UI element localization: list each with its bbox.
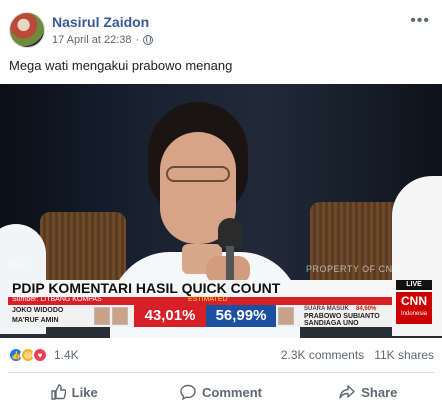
right-candidate-1: PRABOWO SUBIANTO xyxy=(304,313,380,320)
reaction-count[interactable]: 1.4K xyxy=(54,348,79,362)
right-percentage: 56,99% xyxy=(206,305,276,327)
post-actions: Like Comment Share xyxy=(0,376,442,408)
broadcast-watermark: PROPERTY OF CNN xyxy=(306,264,400,274)
shares-count[interactable]: 11K shares xyxy=(374,348,434,362)
comment-button[interactable]: Comment xyxy=(147,376,294,408)
post-header: Nasirul Zaidon 17 April at 22:38 · ••• xyxy=(0,0,442,52)
right-candidate-photo-1 xyxy=(278,307,294,325)
author-name[interactable]: Nasirul Zaidon xyxy=(52,14,149,30)
engagement-counts: 2.3K comments 11K shares xyxy=(281,348,434,362)
share-label: Share xyxy=(361,384,398,400)
left-candidate-photo-2 xyxy=(112,307,128,325)
right-candidate-2: SANDIAGA UNO xyxy=(304,320,359,327)
globe-icon xyxy=(143,35,154,45)
cnn-logo: CNN Indonesia xyxy=(396,292,432,324)
share-icon xyxy=(339,385,355,399)
vote-count-label: SUARA MASUK xyxy=(304,306,349,312)
network-name: CNN xyxy=(401,294,427,308)
meta-separator: · xyxy=(135,34,140,46)
network-sub: Indonesia xyxy=(400,311,428,317)
left-candidate-2: MA'RUF AMIN xyxy=(12,317,59,324)
speaker-glasses xyxy=(166,166,230,182)
news-headline: PDIP KOMENTARI HASIL QUICK COUNT xyxy=(8,280,392,297)
left-candidate-photo-1 xyxy=(94,307,110,325)
microphone-icon xyxy=(218,218,242,248)
thumbs-up-icon xyxy=(50,384,66,400)
news-subline: Sumber: LITBANG KOMPAS ESTIMATED xyxy=(8,296,392,305)
estimated-label: ESTIMATED xyxy=(188,296,228,303)
like-button[interactable]: Like xyxy=(0,376,147,408)
post-timestamp[interactable]: 17 April at 22:38 xyxy=(52,34,132,46)
reactions-summary[interactable]: 👍 😆 ♥ 1.4K xyxy=(8,347,79,363)
post-stats: 👍 😆 ♥ 1.4K 2.3K comments 11K shares xyxy=(0,344,442,366)
post-meta: 17 April at 22:38 · xyxy=(52,34,154,46)
comments-count[interactable]: 2.3K comments xyxy=(281,348,364,362)
like-label: Like xyxy=(71,384,98,400)
post-image[interactable]: R-BO PROPERTY OF CNN PDIP KOMENTARI HASI… xyxy=(0,84,442,338)
divider xyxy=(8,372,434,373)
comment-icon xyxy=(180,384,196,400)
left-candidate-1: JOKO WIDODO xyxy=(12,307,64,314)
love-reaction-icon: ♥ xyxy=(32,347,48,363)
more-options-icon[interactable]: ••• xyxy=(410,12,430,30)
comment-label: Comment xyxy=(202,384,262,400)
post-caption: Mega wati mengakui prabowo menang xyxy=(9,58,233,73)
source-label: Sumber: LITBANG KOMPAS xyxy=(12,296,102,303)
vote-count-value: 84,60% xyxy=(356,306,377,312)
share-button[interactable]: Share xyxy=(295,376,442,408)
avatar[interactable] xyxy=(9,12,45,48)
left-percentage: 43,01% xyxy=(134,305,206,327)
live-badge: LIVE xyxy=(396,280,432,290)
corner-text: R-BO xyxy=(8,260,31,270)
quick-count-results: JOKO WIDODO MA'RUF AMIN 43,01% 56,99% SU… xyxy=(8,305,392,327)
